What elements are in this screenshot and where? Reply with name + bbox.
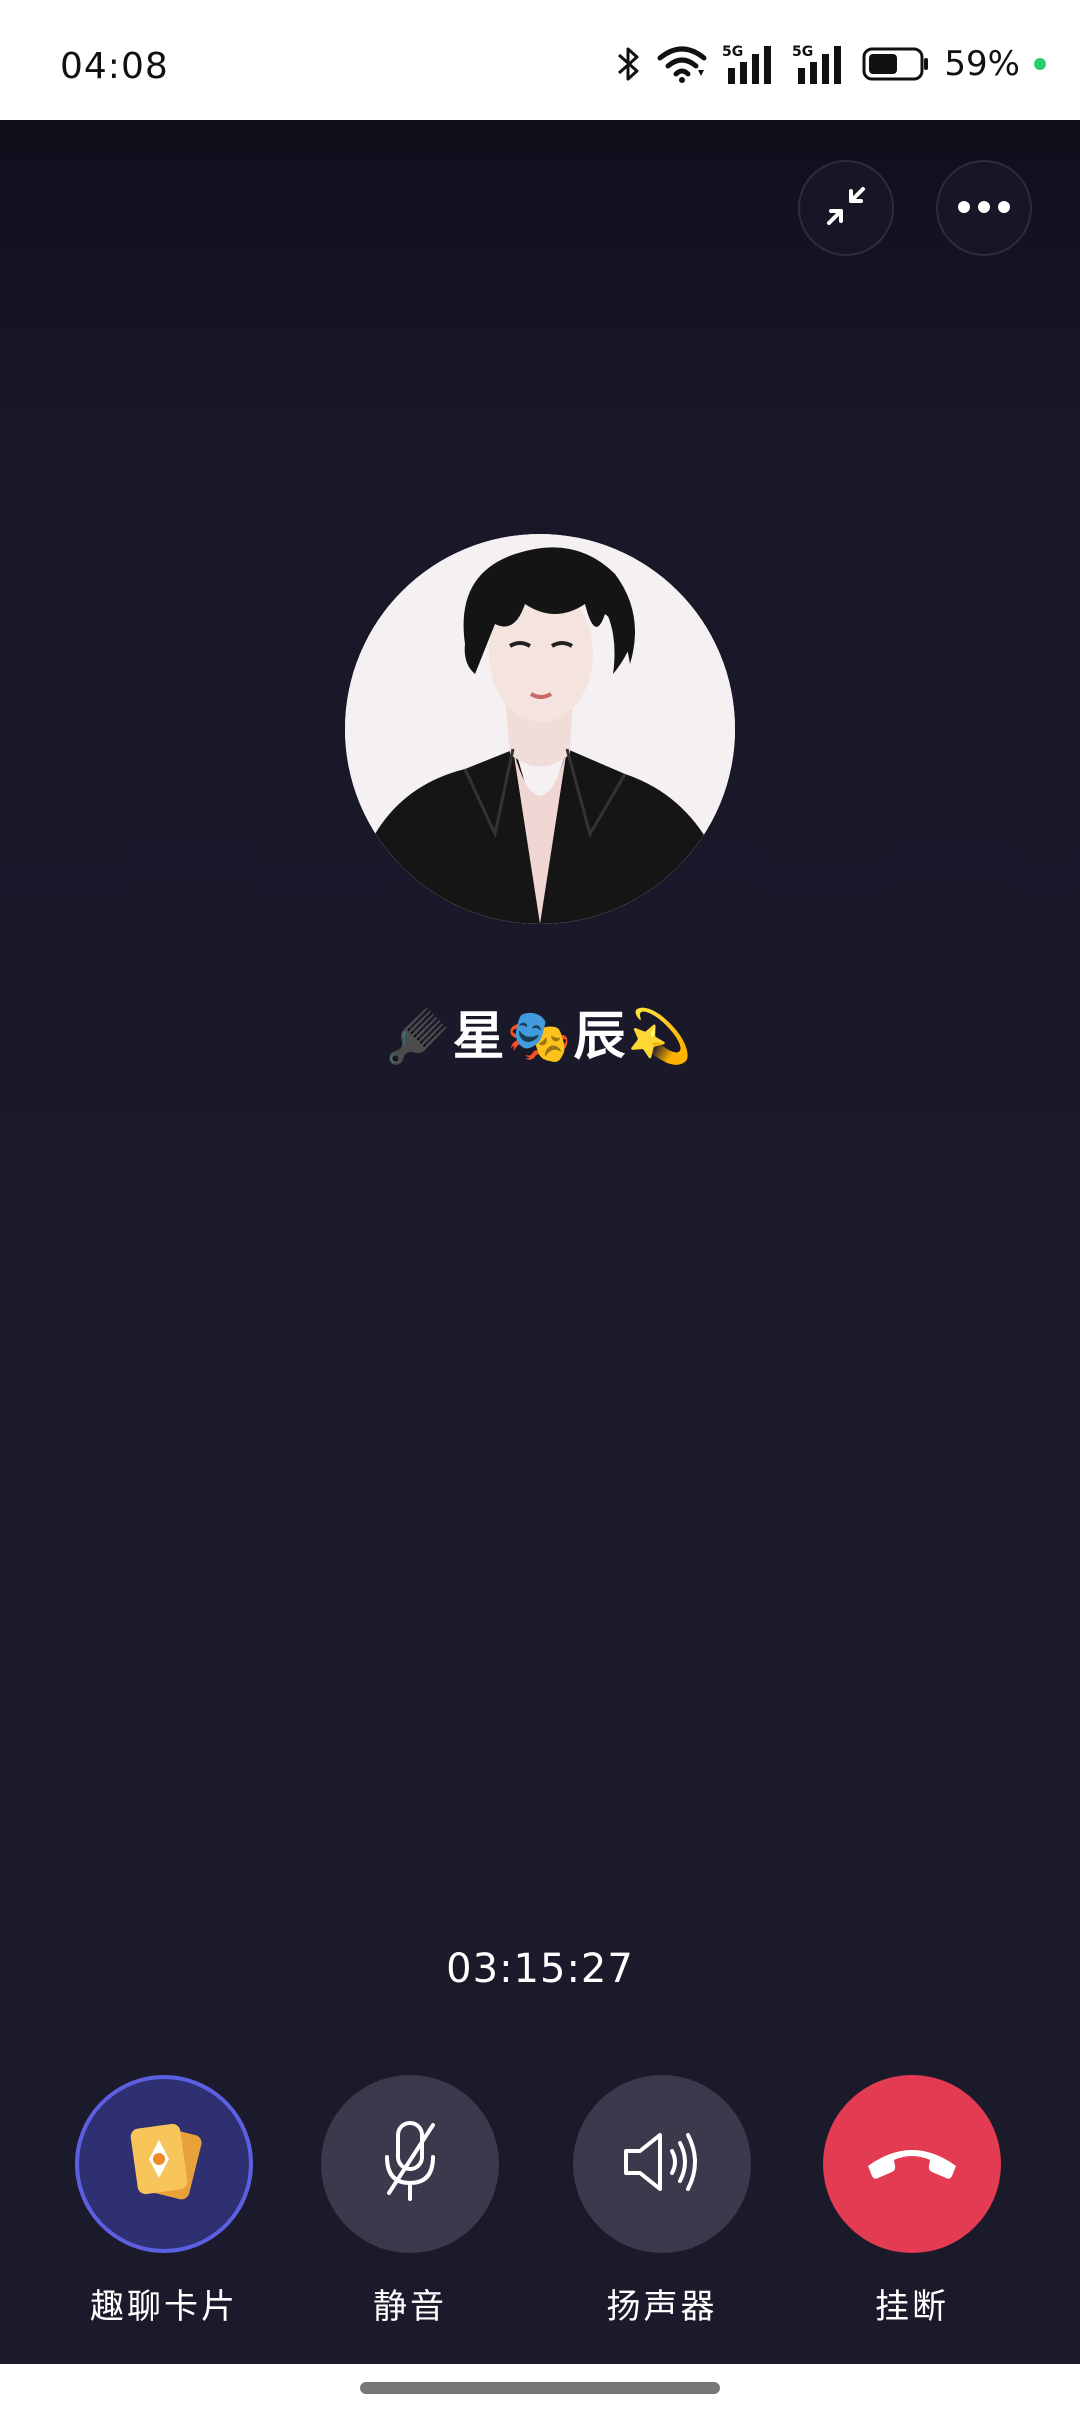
fun-chat-cards-button[interactable]: 趣聊卡片 bbox=[74, 2075, 254, 2328]
minimize-button[interactable] bbox=[798, 160, 894, 256]
mute-button[interactable]: 静音 bbox=[320, 2075, 500, 2328]
home-indicator[interactable] bbox=[360, 2382, 720, 2394]
phone-hangup-icon bbox=[862, 2140, 962, 2188]
more-options-icon bbox=[957, 199, 1011, 218]
voice-call-screen: 🪮星🎭辰💫 03:15:27 趣聊卡片 静音 扬声器 挂断 bbox=[0, 120, 1080, 2364]
svg-text:5G: 5G bbox=[722, 44, 743, 60]
mute-circle[interactable] bbox=[321, 2075, 499, 2253]
speaker-button[interactable]: 扬声器 bbox=[572, 2075, 752, 2328]
minimize-icon bbox=[823, 183, 869, 233]
mute-label: 静音 bbox=[373, 2287, 447, 2327]
hang-up-circle[interactable] bbox=[823, 2075, 1001, 2253]
speaker-label: 扬声器 bbox=[606, 2287, 718, 2327]
caller-name: 🪮星🎭辰💫 bbox=[385, 1006, 695, 1067]
signal-5g-icon: 5G bbox=[792, 42, 848, 86]
status-icons: 5G 5G 59% bbox=[616, 42, 1046, 86]
hang-up-label: 挂断 bbox=[875, 2287, 949, 2327]
status-time: 04:08 bbox=[60, 46, 169, 87]
signal-5g-icon: 5G bbox=[722, 42, 778, 86]
status-bar: 04:08 5G 5G 59% bbox=[0, 0, 1080, 120]
caller-avatar bbox=[345, 534, 735, 924]
speaker-icon bbox=[620, 2127, 704, 2201]
more-options-button[interactable] bbox=[936, 160, 1032, 256]
cards-icon bbox=[114, 2112, 214, 2216]
battery-icon bbox=[862, 46, 930, 82]
fun-chat-cards-label: 趣聊卡片 bbox=[90, 2287, 238, 2327]
battery-percent: 59% bbox=[944, 44, 1020, 84]
microphone-off-icon bbox=[375, 2117, 445, 2211]
bluetooth-icon bbox=[616, 44, 642, 84]
hang-up-button[interactable]: 挂断 bbox=[822, 2075, 1002, 2328]
svg-text:5G: 5G bbox=[792, 44, 813, 60]
speaker-circle[interactable] bbox=[573, 2075, 751, 2253]
navigation-bar bbox=[0, 2364, 1080, 2412]
fun-chat-cards-circle[interactable] bbox=[75, 2075, 253, 2253]
call-duration: 03:15:27 bbox=[446, 1946, 634, 1992]
wifi-icon bbox=[656, 44, 708, 84]
privacy-indicator-dot bbox=[1034, 58, 1046, 70]
